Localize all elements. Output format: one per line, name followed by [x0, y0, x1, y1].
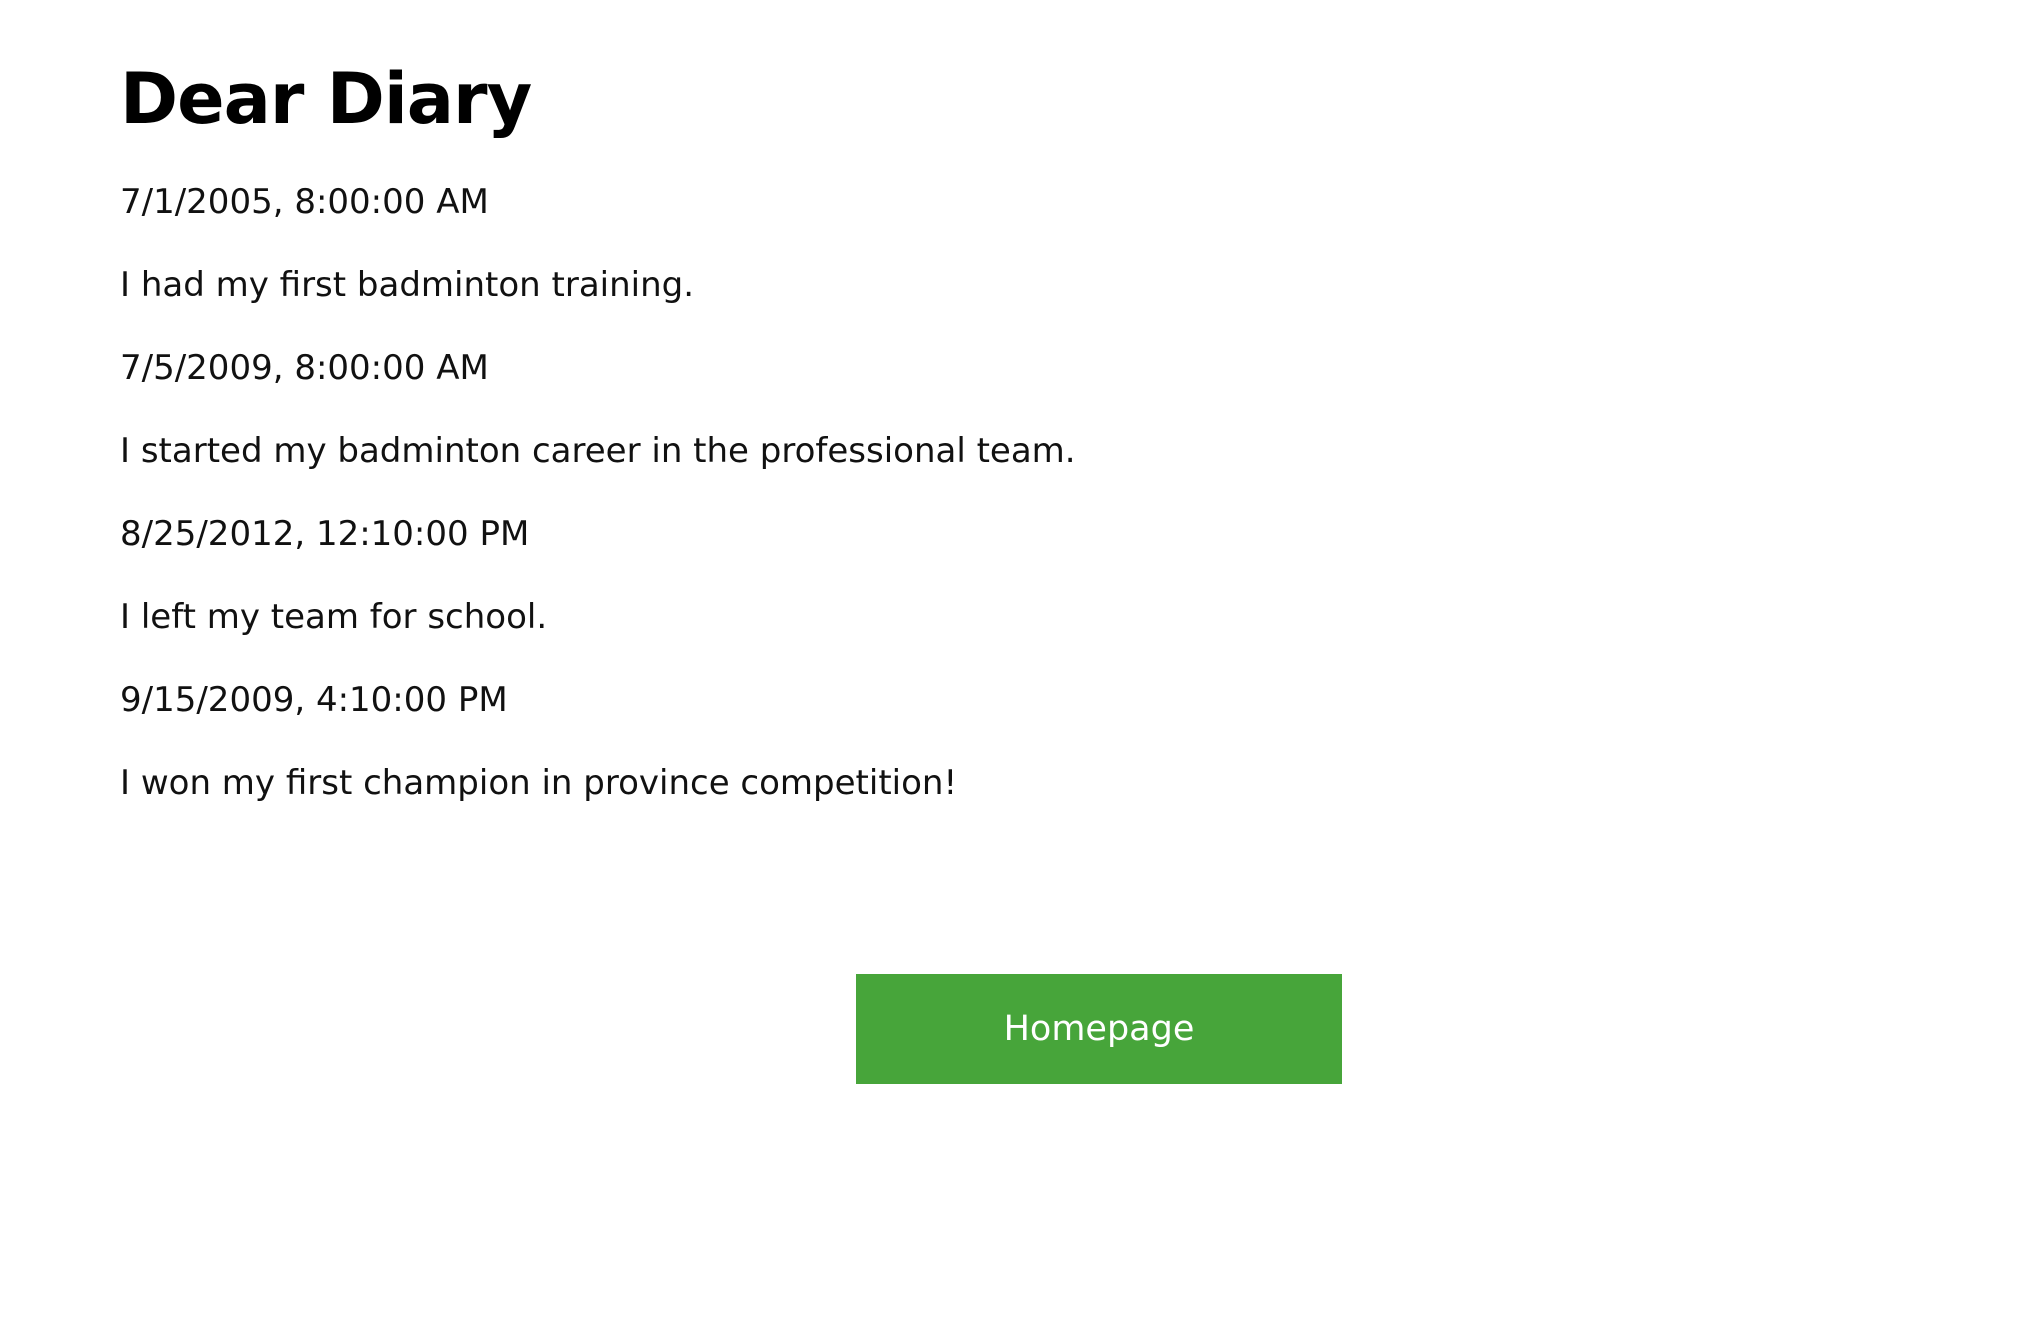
entry-date: 9/15/2009, 4:10:00 PM	[120, 680, 508, 720]
entry-date: 7/1/2005, 8:00:00 AM	[120, 182, 489, 222]
entry-date: 7/5/2009, 8:00:00 AM	[120, 348, 489, 388]
entry-text: I had my first badminton training.	[120, 265, 695, 305]
entry-text: I won my first champion in province comp…	[120, 763, 958, 803]
entry-text: I left my team for school.	[120, 597, 548, 637]
diary-entry-list: 7/1/2005, 8:00:00 AM I had my first badm…	[120, 178, 1720, 842]
entry-text: I started my badminton career in the pro…	[120, 431, 1076, 471]
homepage-button[interactable]: Homepage	[856, 974, 1342, 1084]
entry-date: 8/25/2012, 12:10:00 PM	[120, 514, 530, 554]
page-title: Dear Diary	[120, 58, 532, 140]
